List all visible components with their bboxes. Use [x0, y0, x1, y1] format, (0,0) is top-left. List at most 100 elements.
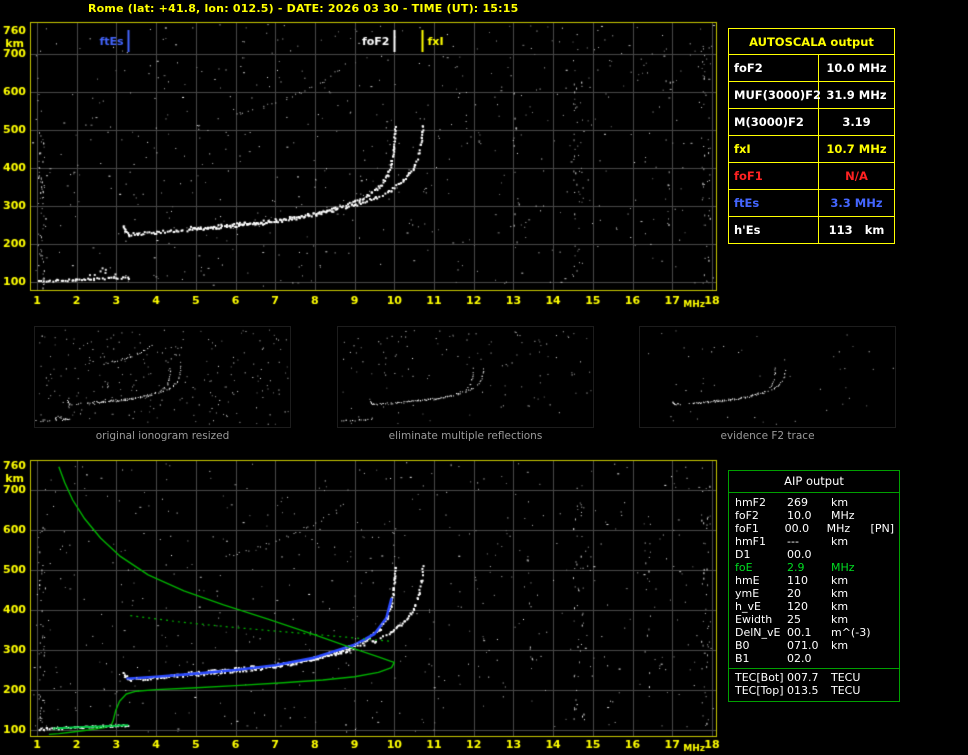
- aip-row: TEC[Bot] 007.7 TECU: [729, 671, 899, 684]
- param-flag: [877, 535, 899, 548]
- autoscala-screen: Rome (lat: +41.8, lon: 012.5) - DATE: 20…: [0, 0, 968, 755]
- aip-tec-body: TEC[Bot] 007.7 TECU TEC[Top] 013.5 TECU: [729, 671, 899, 697]
- param-value: 120: [787, 600, 808, 613]
- param-value: 113 km: [828, 223, 885, 237]
- param-name: B1: [735, 652, 750, 665]
- param-unit: km: [831, 574, 849, 587]
- param-name: Ewidth: [735, 613, 773, 626]
- autoscala-output-table: AUTOSCALA output foF2 10.0 MHz MUF(3000)F2…: [728, 28, 895, 244]
- param-unit: MHz: [831, 509, 855, 522]
- aip-row: D1 00.0: [729, 548, 899, 561]
- param-unit: km: [831, 587, 849, 600]
- autoscala-row: h'Es 113 km: [729, 217, 894, 243]
- param-flag: [877, 548, 899, 561]
- param-value: 10.0: [787, 509, 812, 522]
- aip-row: h_vE 120 km: [729, 600, 899, 613]
- param-unit: km: [831, 600, 849, 613]
- param-name: hmE: [735, 574, 760, 587]
- param-flag: [877, 587, 899, 600]
- param-name: foF2: [735, 509, 759, 522]
- param-unit: MHz: [826, 522, 851, 535]
- aip-row: hmF1 --- km: [729, 535, 899, 548]
- param-flag: [877, 613, 899, 626]
- param-name: ymE: [735, 587, 760, 600]
- autoscala-table-header: AUTOSCALA output: [729, 29, 894, 55]
- thumbnail-original-ionogram: [34, 326, 291, 428]
- param-value: 071.0: [787, 639, 819, 652]
- param-value: 00.1: [787, 626, 812, 639]
- param-unit: km: [831, 535, 849, 548]
- param-flag: [877, 639, 899, 652]
- param-value: 3.19: [842, 115, 871, 129]
- aip-row: TEC[Top] 013.5 TECU: [729, 684, 899, 697]
- ionogram-top-canvas: [0, 18, 724, 314]
- aip-row: ymE 20 km: [729, 587, 899, 600]
- autoscala-row: ftEs 3.3 MHz: [729, 190, 894, 217]
- param-value: 10.0 MHz: [826, 61, 887, 75]
- param-name: ftEs: [729, 190, 819, 216]
- param-name: hmF1: [735, 535, 767, 548]
- param-value: 02.0: [787, 652, 812, 665]
- aip-row: hmF2 269 km: [729, 496, 899, 509]
- param-unit: [831, 652, 877, 665]
- param-value: 20: [787, 587, 801, 600]
- autoscala-row: MUF(3000)F2 31.9 MHz: [729, 82, 894, 109]
- thumbnail-caption: original ionogram resized: [95, 430, 230, 442]
- page-title: Rome (lat: +41.8, lon: 012.5) - DATE: 20…: [88, 2, 519, 15]
- aip-output-table: AIP output hmF2 269 km foF2 10.0 MHz foF1 00.0 M…: [728, 470, 900, 702]
- aip-tec-divider: [729, 668, 899, 669]
- aip-row: hmE 110 km: [729, 574, 899, 587]
- param-value: ---: [787, 535, 799, 548]
- param-flag: [877, 684, 899, 697]
- aip-table-body: hmF2 269 km foF2 10.0 MHz foF1 00.0 MHz [PN] hmF1 -…: [729, 496, 899, 665]
- autoscala-table-body: foF2 10.0 MHz MUF(3000)F2 31.9 MHz M(3000)F2…: [729, 55, 894, 243]
- param-unit: km: [831, 496, 849, 509]
- param-unit: TECU: [831, 671, 861, 684]
- param-name: DelN_vE: [735, 626, 781, 639]
- param-name: MUF(3000)F2: [729, 82, 821, 108]
- param-value: 110: [787, 574, 808, 587]
- aip-row: B1 02.0: [729, 652, 899, 665]
- param-value: 00.0: [784, 522, 810, 535]
- param-flag: [877, 574, 899, 587]
- param-value: 3.3 MHz: [830, 196, 883, 210]
- aip-row: foF2 10.0 MHz: [729, 509, 899, 522]
- param-name: h_vE: [735, 600, 761, 613]
- param-unit: [831, 548, 877, 561]
- param-unit: m^(-3): [831, 626, 871, 639]
- param-name: foF1: [729, 163, 819, 189]
- param-flag: [877, 561, 899, 574]
- param-value: N/A: [845, 169, 868, 183]
- param-flag: [877, 652, 899, 665]
- param-name: M(3000)F2: [729, 109, 819, 135]
- autoscala-row: M(3000)F2 3.19: [729, 109, 894, 136]
- param-flag: [877, 626, 899, 639]
- autoscala-row: foF1 N/A: [729, 163, 894, 190]
- param-unit: km: [831, 639, 849, 652]
- param-name: TEC[Bot]: [735, 671, 784, 684]
- param-value: 013.5: [787, 684, 819, 697]
- thumbnail-evidence-f2: [639, 326, 896, 428]
- param-unit: MHz: [831, 561, 855, 574]
- param-name: fxI: [729, 136, 819, 162]
- param-value: 2.9: [787, 561, 805, 574]
- aip-table-header: AIP output: [729, 471, 899, 493]
- aip-row: foE 2.9 MHz: [729, 561, 899, 574]
- aip-row: foF1 00.0 MHz [PN]: [729, 522, 899, 535]
- autoscala-row: fxI 10.7 MHz: [729, 136, 894, 163]
- aip-row: DelN_vE 00.1 m^(-3): [729, 626, 899, 639]
- param-flag: [877, 671, 899, 684]
- param-value: 007.7: [787, 671, 819, 684]
- param-flag: [877, 509, 899, 522]
- param-name: foE: [735, 561, 753, 574]
- param-value: 25: [787, 613, 801, 626]
- param-name: B0: [735, 639, 750, 652]
- param-value: 31.9 MHz: [826, 88, 887, 102]
- param-unit: TECU: [831, 684, 861, 697]
- autoscala-row: foF2 10.0 MHz: [729, 55, 894, 82]
- param-flag: [877, 600, 899, 613]
- param-name: D1: [735, 548, 751, 561]
- param-name: hmF2: [735, 496, 767, 509]
- ionogram-bottom-canvas: [0, 456, 724, 755]
- aip-row: Ewidth 25 km: [729, 613, 899, 626]
